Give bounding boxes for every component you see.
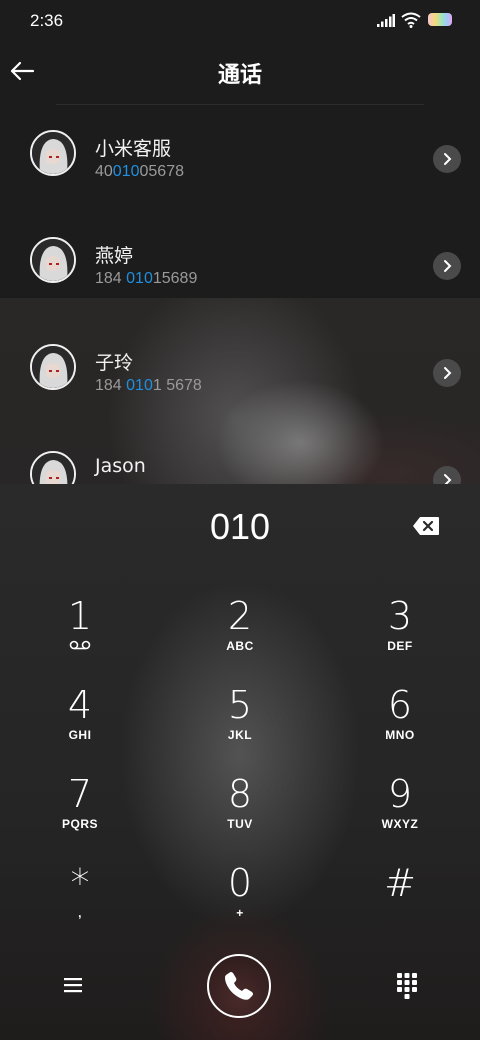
chevron-right-icon: [444, 474, 452, 484]
dial-key-digit: 3: [387, 594, 413, 638]
contact-row[interactable]: 小米客服 4001005678: [0, 105, 480, 211]
dial-key[interactable]: 0 +: [180, 862, 300, 948]
dial-input-display: 010: [209, 506, 271, 547]
status-time: 2:36: [30, 11, 64, 30]
wifi-icon: [401, 12, 421, 28]
number-suffix: 1 5678: [152, 377, 202, 394]
dial-key-letters: +: [236, 906, 244, 920]
dial-key-digit: 8: [227, 772, 253, 816]
dial-key[interactable]: 4 GHI: [20, 684, 140, 770]
dial-key-digit: #: [384, 861, 416, 905]
dial-key-digit: 0: [227, 861, 253, 905]
voicemail-icon: [20, 639, 140, 653]
contact-number: 4001005678: [95, 163, 184, 181]
dial-key-letters: WXYZ: [381, 817, 419, 831]
dial-key[interactable]: #: [340, 862, 460, 948]
dial-key[interactable]: 1: [20, 595, 140, 681]
number-prefix: 40: [95, 163, 113, 180]
dial-key-digit: 7: [67, 772, 93, 816]
contact-name: 小米客服: [95, 138, 172, 160]
signal-icon: [377, 14, 395, 27]
contact-row[interactable]: 子玲 184 0101 5678: [0, 319, 480, 425]
contact-row[interactable]: 燕婷 184 01015689: [0, 212, 480, 318]
dial-key[interactable]: 2 ABC: [180, 595, 300, 681]
backspace-icon[interactable]: [412, 516, 440, 536]
dial-key-digit: 5: [227, 683, 253, 727]
battery-icon: [428, 13, 452, 26]
contact-name: Jason: [95, 455, 146, 477]
contact-detail-button[interactable]: [433, 466, 461, 484]
avatar: [30, 237, 76, 283]
chevron-right-icon: [444, 153, 452, 165]
dial-key-digit: 1: [67, 594, 93, 638]
avatar: [30, 344, 76, 390]
avatar: [30, 451, 76, 484]
contact-detail-button[interactable]: [433, 145, 461, 173]
dial-key-letters: ABC: [226, 639, 254, 653]
number-match: 010: [112, 163, 140, 180]
header: 通话: [0, 40, 480, 104]
contact-name: 子玲: [95, 352, 134, 374]
contact-number: 184 01015689: [95, 270, 197, 288]
dial-key-letters: PQRS: [61, 817, 98, 831]
status-bar: 2:36: [0, 0, 480, 40]
number-match: 010: [126, 270, 153, 287]
dial-key-letters: DEF: [387, 639, 413, 653]
contact-detail-button[interactable]: [433, 252, 461, 280]
dial-key-digit: 4: [67, 683, 93, 727]
phone-icon: [225, 972, 253, 1000]
chevron-right-icon: [444, 260, 452, 272]
dial-key[interactable]: *,: [20, 862, 140, 948]
chevron-right-icon: [444, 367, 452, 379]
dial-key-digit: 9: [387, 772, 413, 816]
menu-icon[interactable]: [58, 970, 88, 1000]
dial-key-letters: MNO: [385, 728, 415, 742]
dial-key-digit: 2: [227, 594, 253, 638]
number-match: 010: [126, 377, 153, 394]
contact-row[interactable]: Jason: [0, 426, 480, 484]
number-prefix: 184: [95, 270, 127, 287]
dial-key[interactable]: 3 DEF: [340, 595, 460, 681]
avatar: [30, 130, 76, 176]
contact-list: 小米客服 4001005678 燕婷 184 01015689 子玲 184 0…: [0, 105, 480, 484]
dialpad-toggle-icon[interactable]: [396, 972, 418, 1000]
dial-key-letters: GHI: [68, 728, 92, 742]
dial-key-digit: *: [70, 861, 90, 905]
number-suffix: 05678: [139, 163, 185, 180]
page-title: 通话: [217, 63, 262, 88]
number-prefix: 184: [95, 377, 127, 394]
dial-key[interactable]: 5 JKL: [180, 684, 300, 770]
contact-detail-button[interactable]: [433, 359, 461, 387]
contact-number: 184 0101 5678: [95, 377, 202, 395]
dial-key-digit: 6: [387, 683, 413, 727]
number-suffix: 15689: [152, 270, 198, 287]
dial-key[interactable]: 6 MNO: [340, 684, 460, 770]
dial-key-letters: TUV: [227, 817, 253, 831]
contact-name: 燕婷: [95, 245, 134, 267]
dial-key[interactable]: 8 TUV: [180, 773, 300, 859]
call-button[interactable]: [207, 954, 271, 1018]
dial-key[interactable]: 9 WXYZ: [340, 773, 460, 859]
dial-key[interactable]: 7 PQRS: [20, 773, 140, 859]
dial-key-letters: JKL: [227, 728, 253, 742]
dial-key-letters: ,: [78, 906, 82, 920]
